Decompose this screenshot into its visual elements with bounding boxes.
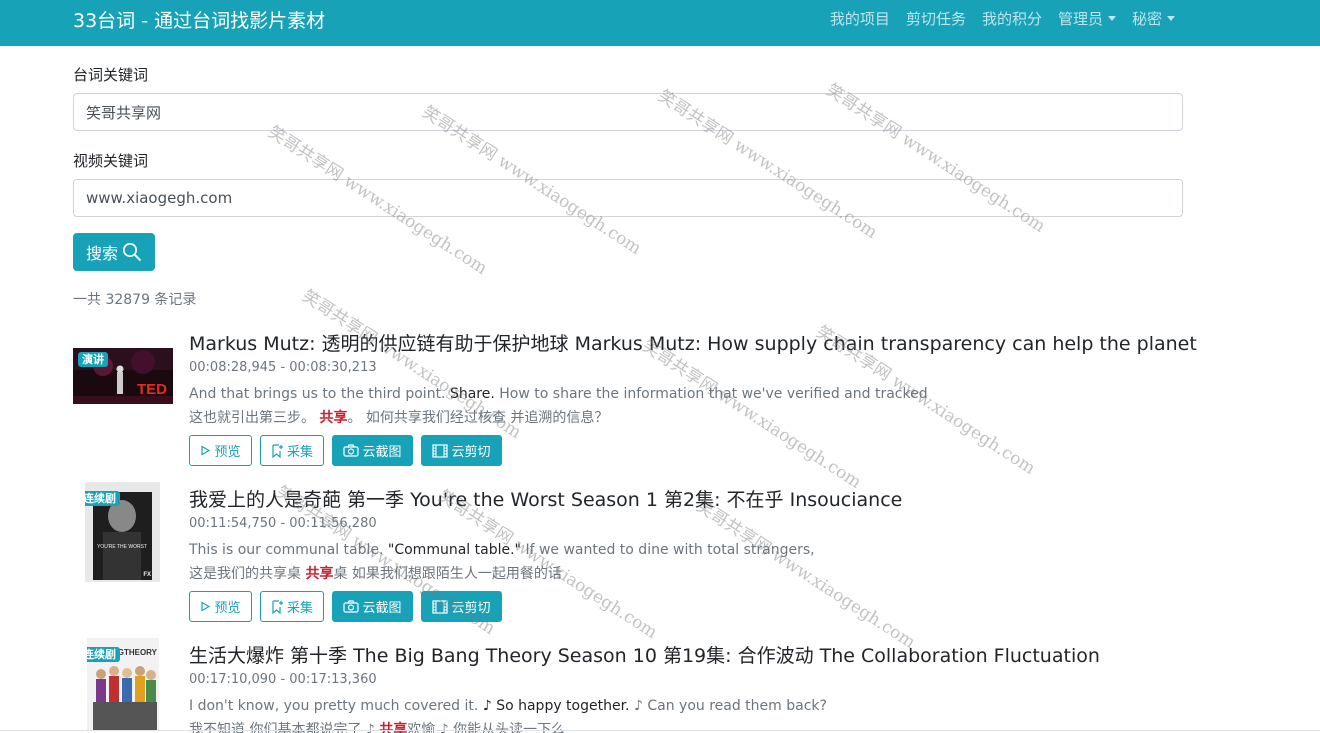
subtitle-zh: 这是我们的共享桌 共享桌 如果我们想跟陌生人一起用餐的话 [189, 563, 562, 583]
category-badge: 演讲 [78, 352, 108, 367]
result-item: TED 演讲 Markus Mutz: 透明的供应链有助于保护地球 Markus… [73, 329, 1223, 479]
subtitle-context: 这是我们的共享桌 [189, 566, 301, 582]
subtitle-context: This is our communal table. [189, 542, 384, 558]
subtitle-context: 欢愉 ♪ 你能从头读一下么 [407, 722, 566, 733]
play-icon [201, 445, 211, 456]
subtitle-context: ♪ Can you read them back? [633, 698, 827, 714]
line-keyword-label: 台词关键词 [73, 66, 149, 84]
category-badge: 连续剧 [85, 491, 120, 506]
video-keyword-input[interactable] [73, 179, 1183, 217]
cloud-cut-button[interactable]: 云剪切 [421, 435, 502, 466]
cloud-screenshot-button[interactable]: 云截图 [332, 435, 413, 466]
nav-menu: 我的项目 剪切任务 我的积分 管理员 秘密 [814, 0, 1175, 36]
subtitle-context: 我不知道 你们基本都说完了 ♪ [189, 722, 375, 733]
bookmark-plus-icon [272, 443, 283, 458]
subtitle-en: I don't know, you pretty much covered it… [189, 698, 827, 714]
result-title[interactable]: Markus Mutz: 透明的供应链有助于保护地球 Markus Mutz: … [189, 329, 1197, 356]
cloud-cut-button[interactable]: 云剪切 [421, 591, 502, 622]
preview-button[interactable]: 预览 [189, 591, 252, 622]
cloud-screenshot-button[interactable]: 云截图 [332, 591, 413, 622]
navbar: 33台词 - 通过台词找影片素材 我的项目 剪切任务 我的积分 管理员 秘密 [0, 0, 1320, 46]
search-button-label: 搜索 [85, 244, 118, 263]
nav-cut-tasks[interactable]: 剪切任务 [906, 8, 966, 29]
result-item: GTHEORY 连续剧 生活大爆炸 第十季 The Big Bang Theor… [73, 638, 1223, 733]
subtitle-highlight: 共享 [379, 722, 408, 733]
play-icon [201, 601, 211, 612]
subtitle-en: This is our communal table. "Communal ta… [189, 542, 815, 558]
subtitle-match: ♪ So happy together. [482, 698, 630, 714]
nav-my-points[interactable]: 我的积分 [982, 8, 1042, 29]
collect-button[interactable]: 采集 [260, 435, 324, 466]
button-label: 预览 [214, 601, 241, 616]
timecode: 00:11:54,750 - 00:11:56,280 [189, 516, 377, 531]
action-buttons: 预览 采集 云截图 云剪切 [189, 591, 510, 622]
thumb-text: GTHEORY [118, 648, 158, 657]
nav-label: 我的积分 [981, 9, 1042, 28]
subtitle-context: And that brings us to the third point. [189, 386, 446, 402]
button-label: 预览 [214, 445, 241, 460]
bookmark-plus-icon [272, 599, 283, 614]
subtitle-highlight: 共享 [305, 566, 334, 582]
nav-label: 管理员 [1057, 9, 1103, 28]
line-keyword-input[interactable] [73, 93, 1183, 131]
subtitle-context: I don't know, you pretty much covered it… [189, 698, 479, 714]
subtitle-context: How to share the information that we've … [499, 386, 928, 402]
timecode: 00:08:28,945 - 00:08:30,213 [189, 360, 377, 375]
subtitle-en: And that brings us to the third point. S… [189, 386, 928, 402]
video-keyword-label: 视频关键词 [73, 152, 149, 170]
nav-label: 剪切任务 [905, 9, 966, 28]
thumb-text: FX [143, 572, 151, 578]
subtitle-context: 桌 如果我们想跟陌生人一起用餐的话 [333, 566, 562, 582]
caret-down-icon [1107, 15, 1116, 21]
subtitle-context: 这也就引出第三步。 [189, 410, 315, 426]
result-count: 一共 32879 条记录 [73, 292, 197, 308]
category-badge: 连续剧 [87, 647, 120, 662]
result-title[interactable]: 生活大爆炸 第十季 The Big Bang Theory Season 10 … [189, 641, 1100, 668]
brand-title[interactable]: 33台词 - 通过台词找影片素材 [73, 6, 325, 33]
thumb-text: YOU'RE THE WORST [97, 544, 147, 550]
camera-icon [343, 444, 360, 457]
nav-my-projects[interactable]: 我的项目 [830, 8, 890, 29]
button-label: 云剪切 [451, 601, 491, 616]
video-thumbnail[interactable]: TED 演讲 [73, 348, 173, 404]
subtitle-highlight: 共享 [319, 410, 348, 426]
button-label: 采集 [286, 601, 313, 616]
nav-admin-dropdown[interactable]: 管理员 [1058, 8, 1116, 29]
thumb-text: TED [137, 381, 167, 398]
bottom-divider [0, 730, 1320, 731]
subtitle-context: 。 如何共享我们经过核查 并追溯的信息？ [347, 410, 609, 426]
film-icon [432, 443, 449, 458]
film-icon [432, 599, 449, 614]
result-item: YOU'RE THE WORST FX 连续剧 我爱上的人是奇葩 第一季 You… [73, 482, 1223, 635]
button-label: 云截图 [362, 445, 402, 460]
caret-down-icon [1167, 15, 1175, 21]
subtitle-match: Share. [449, 386, 495, 402]
subtitle-context: If we wanted to dine with total stranger… [525, 542, 815, 558]
search-icon [122, 242, 141, 261]
result-title[interactable]: 我爱上的人是奇葩 第一季 You're the Worst Season 1 第… [189, 485, 902, 512]
video-thumbnail[interactable]: GTHEORY 连续剧 [87, 638, 159, 731]
subtitle-match: "Communal table." [387, 542, 521, 558]
action-buttons: 预览 采集 云截图 云剪切 [189, 435, 510, 466]
button-label: 采集 [286, 445, 313, 460]
button-label: 云截图 [362, 601, 402, 616]
search-button[interactable]: 搜索 [73, 233, 155, 271]
collect-button[interactable]: 采集 [260, 591, 324, 622]
timecode: 00:17:10,090 - 00:17:13,360 [189, 672, 377, 687]
nav-label: 我的项目 [829, 9, 890, 28]
camera-icon [343, 600, 360, 613]
subtitle-zh: 这也就引出第三步。 共享。 如何共享我们经过核查 并追溯的信息？ [189, 407, 608, 427]
nav-secret-dropdown[interactable]: 秘密 [1132, 8, 1175, 29]
nav-label: 秘密 [1131, 9, 1162, 28]
button-label: 云剪切 [451, 445, 491, 460]
video-thumbnail[interactable]: YOU'RE THE WORST FX 连续剧 [85, 482, 160, 582]
preview-button[interactable]: 预览 [189, 435, 252, 466]
